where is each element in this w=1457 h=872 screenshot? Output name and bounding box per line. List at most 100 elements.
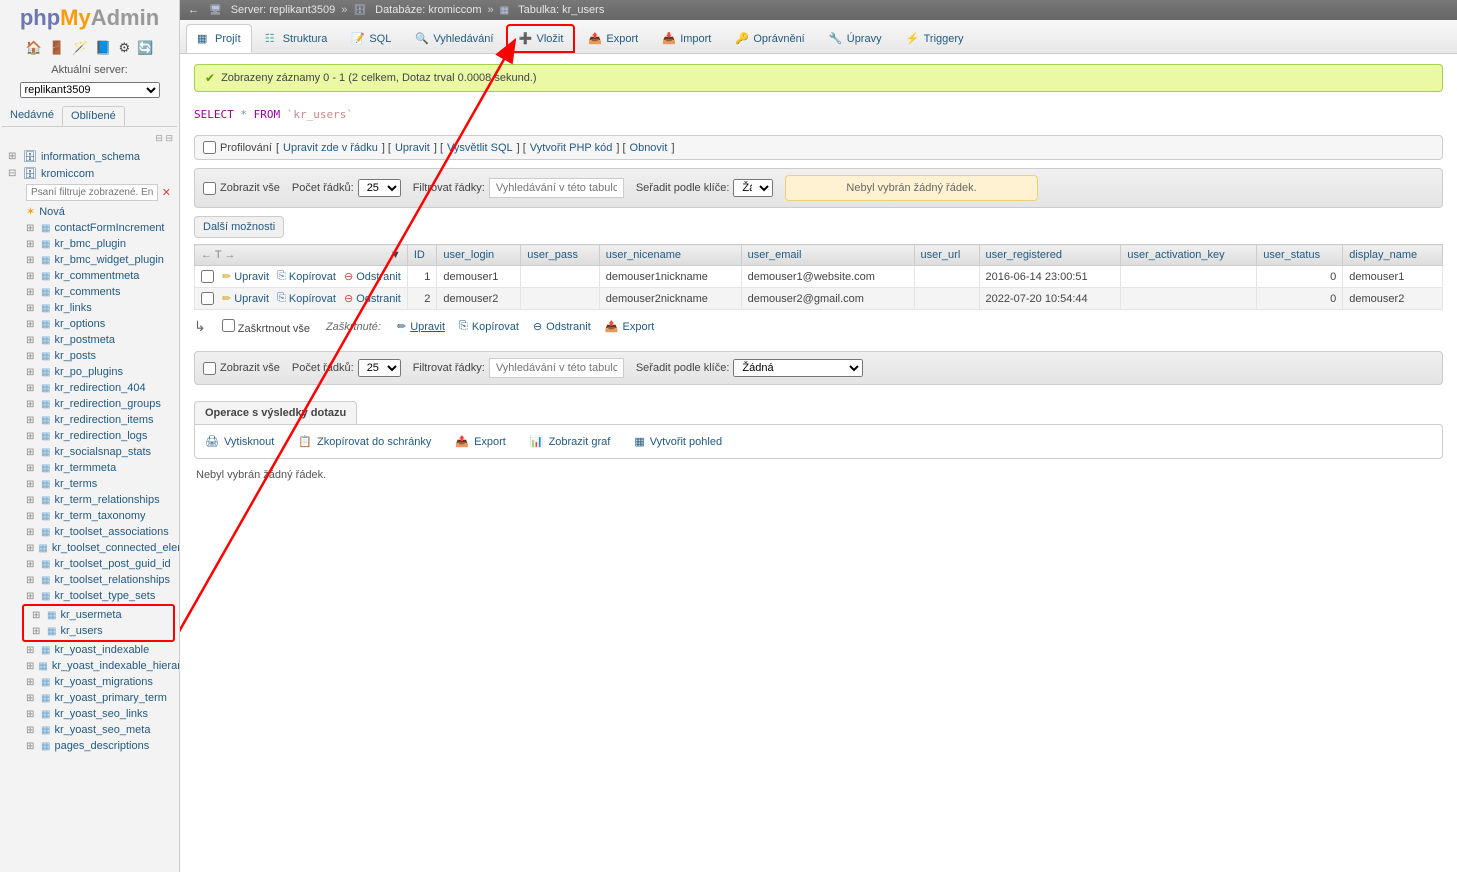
row-edit[interactable]: ✏Upravit <box>222 292 269 305</box>
db-kromiccom[interactable]: ⊟ 🗄 kromiccom <box>0 165 179 182</box>
table-kr_bmc_plugin[interactable]: ⊞▦kr_bmc_plugin <box>18 236 179 252</box>
op-view[interactable]: ▦Vytvořit pohled <box>634 435 722 448</box>
table-kr_termmeta[interactable]: ⊞▦kr_termmeta <box>18 460 179 476</box>
table-kr_links[interactable]: ⊞▦kr_links <box>18 300 179 316</box>
col-user-nicename[interactable]: user_nicename <box>599 245 741 266</box>
new-table[interactable]: ✶ Nová <box>18 203 179 220</box>
filter-input[interactable] <box>489 178 624 198</box>
table-kr_redirection_404[interactable]: ⊞▦kr_redirection_404 <box>18 380 179 396</box>
table-pages_descriptions[interactable]: ⊞▦pages_descriptions <box>18 738 179 754</box>
tab-import[interactable]: 📥Import <box>651 24 722 53</box>
edit-inline-link[interactable]: Upravit zde v řádku <box>283 142 378 154</box>
col-id[interactable]: ID <box>407 245 437 266</box>
home-icon[interactable]: 🏠 <box>26 40 42 55</box>
table-kr_toolset_relationships[interactable]: ⊞▦kr_toolset_relationships <box>18 572 179 588</box>
tab-browse[interactable]: ▦Projít <box>186 24 252 53</box>
table-kr_redirection_logs[interactable]: ⊞▦kr_redirection_logs <box>18 428 179 444</box>
back-icon[interactable]: ← <box>188 4 199 16</box>
docs-icon[interactable]: 📘 <box>95 40 111 55</box>
bulk-copy[interactable]: ⎘Kopírovat <box>459 320 519 333</box>
op-chart[interactable]: 📊Zobrazit graf <box>530 435 610 448</box>
show-all-checkbox[interactable] <box>203 182 216 195</box>
row-delete[interactable]: ⊖Odstranit <box>344 270 401 283</box>
table-kr_term_relationships[interactable]: ⊞▦kr_term_relationships <box>18 492 179 508</box>
row-checkbox[interactable] <box>201 270 214 283</box>
row-count-select[interactable]: 25 <box>358 179 401 197</box>
table-kr_term_taxonomy[interactable]: ⊞▦kr_term_taxonomy <box>18 508 179 524</box>
col-user-status[interactable]: user_status <box>1257 245 1343 266</box>
table-kr_yoast_indexable_hierarchy[interactable]: ⊞▦kr_yoast_indexable_hierarchy <box>18 658 179 674</box>
tab-search[interactable]: 🔍Vyhledávání <box>404 24 504 53</box>
server-select[interactable]: replikant3509 <box>20 82 160 98</box>
table-contactFormIncrement[interactable]: ⊞▦contactFormIncrement <box>18 220 179 236</box>
table-kr_yoast_migrations[interactable]: ⊞▦kr_yoast_migrations <box>18 674 179 690</box>
table-kr_toolset_associations[interactable]: ⊞▦kr_toolset_associations <box>18 524 179 540</box>
tab-insert[interactable]: ➕Vložit <box>506 24 575 53</box>
col-user-activation-key[interactable]: user_activation_key <box>1121 245 1257 266</box>
sort-select-bottom[interactable]: Žádná <box>733 359 863 377</box>
table-kr_toolset_post_guid_id[interactable]: ⊞▦kr_toolset_post_guid_id <box>18 556 179 572</box>
db-information-schema[interactable]: ⊞ 🗄 information_schema <box>0 148 179 165</box>
edit-link[interactable]: Upravit <box>395 142 430 154</box>
table-kr_users[interactable]: ⊞▦kr_users <box>24 623 173 639</box>
table-filter-input[interactable] <box>26 184 158 201</box>
row-delete[interactable]: ⊖Odstranit <box>344 292 401 305</box>
row-edit[interactable]: ✏Upravit <box>222 270 269 283</box>
filter-input-bottom[interactable] <box>489 358 624 378</box>
logout-icon[interactable]: 🚪 <box>49 40 65 55</box>
table-kr_options[interactable]: ⊞▦kr_options <box>18 316 179 332</box>
col-user-email[interactable]: user_email <box>741 245 914 266</box>
row-checkbox[interactable] <box>201 292 214 305</box>
table-kr_toolset_connected_elemen[interactable]: ⊞▦kr_toolset_connected_elemen <box>18 540 179 556</box>
col-user-pass[interactable]: user_pass <box>521 245 600 266</box>
profiling-checkbox[interactable] <box>203 141 216 154</box>
op-print[interactable]: 🖨Vytisknout <box>205 435 274 448</box>
table-kr_yoast_indexable[interactable]: ⊞▦kr_yoast_indexable <box>18 642 179 658</box>
bc-table[interactable]: Tabulka: kr_users <box>518 4 604 16</box>
table-kr_redirection_groups[interactable]: ⊞▦kr_redirection_groups <box>18 396 179 412</box>
more-options-link[interactable]: Další možnosti <box>194 216 284 238</box>
sort-select-top[interactable]: Žádná <box>733 179 773 197</box>
row-count-select-bottom[interactable]: 25 <box>358 359 401 377</box>
table-kr_comments[interactable]: ⊞▦kr_comments <box>18 284 179 300</box>
bc-db[interactable]: Databáze: kromiccom <box>375 4 481 16</box>
table-kr_yoast_seo_links[interactable]: ⊞▦kr_yoast_seo_links <box>18 706 179 722</box>
logo[interactable]: phpMyAdmin <box>0 0 179 36</box>
table-kr_terms[interactable]: ⊞▦kr_terms <box>18 476 179 492</box>
col-display-name[interactable]: display_name <box>1343 245 1443 266</box>
bulk-export[interactable]: 📤Export <box>605 320 655 333</box>
table-kr_po_plugins[interactable]: ⊞▦kr_po_plugins <box>18 364 179 380</box>
bc-server[interactable]: Server: replikant3509 <box>231 4 336 16</box>
settings-icon[interactable]: ⚙ <box>119 40 131 55</box>
row-copy[interactable]: ⎘Kopírovat <box>277 270 336 283</box>
table-kr_redirection_items[interactable]: ⊞▦kr_redirection_items <box>18 412 179 428</box>
bulk-delete[interactable]: ⊖Odstranit <box>533 320 591 333</box>
clear-filter-icon[interactable]: ✕ <box>162 186 171 199</box>
tab-export[interactable]: 📤Export <box>577 24 649 53</box>
table-kr_bmc_widget_plugin[interactable]: ⊞▦kr_bmc_widget_plugin <box>18 252 179 268</box>
collapse-icons[interactable]: ⊟ ⊟ <box>0 131 179 146</box>
op-clipboard[interactable]: 📋Zkopírovat do schránky <box>298 435 431 448</box>
table-kr_toolset_type_sets[interactable]: ⊞▦kr_toolset_type_sets <box>18 588 179 604</box>
op-export[interactable]: 📤Export <box>455 435 506 448</box>
tab-privileges[interactable]: 🔑Oprávnění <box>724 24 815 53</box>
tab-structure[interactable]: ☷Struktura <box>254 24 339 53</box>
recent-tab[interactable]: Nedávné <box>2 106 62 126</box>
table-kr_yoast_seo_meta[interactable]: ⊞▦kr_yoast_seo_meta <box>18 722 179 738</box>
table-kr_commentmeta[interactable]: ⊞▦kr_commentmeta <box>18 268 179 284</box>
refresh-link[interactable]: Obnovit <box>630 142 668 154</box>
table-kr_usermeta[interactable]: ⊞▦kr_usermeta <box>24 607 173 623</box>
reload-icon[interactable]: 🔄 <box>137 40 153 55</box>
col-user-url[interactable]: user_url <box>914 245 979 266</box>
col-user-login[interactable]: user_login <box>437 245 521 266</box>
show-all-checkbox-bottom[interactable] <box>203 362 216 375</box>
table-kr_socialsnap_stats[interactable]: ⊞▦kr_socialsnap_stats <box>18 444 179 460</box>
col-user-registered[interactable]: user_registered <box>979 245 1121 266</box>
tab-sql[interactable]: 📝SQL <box>340 24 402 53</box>
php-link[interactable]: Vytvořit PHP kód <box>530 142 613 154</box>
tab-operations[interactable]: 🔧Úpravy <box>818 24 893 53</box>
explain-link[interactable]: Vysvětlit SQL <box>447 142 513 154</box>
tab-triggers[interactable]: ⚡Triggery <box>895 24 975 53</box>
table-kr_postmeta[interactable]: ⊞▦kr_postmeta <box>18 332 179 348</box>
favorites-tab[interactable]: Oblíbené <box>62 106 125 126</box>
